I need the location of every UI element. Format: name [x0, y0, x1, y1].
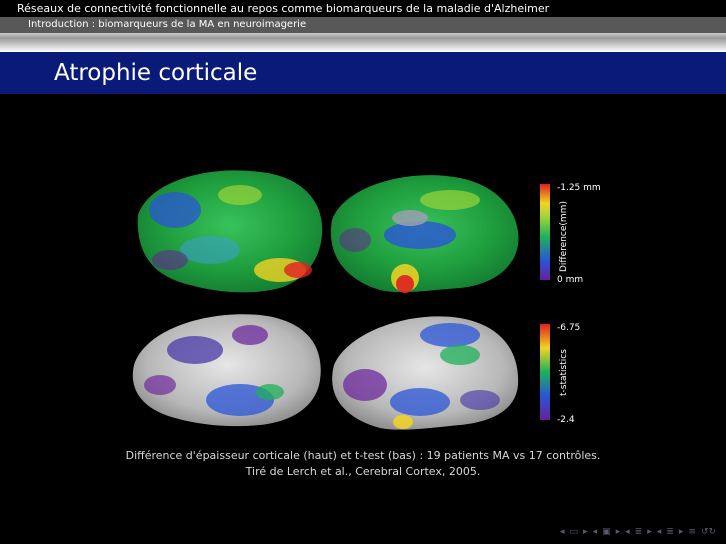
frame-title-bar: Atrophie corticale — [0, 52, 726, 94]
brain-top-lateral — [137, 170, 323, 293]
tstat-scale-label: t-statistics — [559, 349, 569, 396]
nav-prev-frame-icon[interactable]: ◂ — [560, 527, 565, 537]
thickness-scale-label: Difference(mm) — [559, 201, 569, 272]
nav-slide-icon[interactable]: ≣ — [666, 527, 674, 537]
nav-section-icon[interactable]: ≣ — [635, 527, 643, 537]
nav-search-icon[interactable]: ↺↻ — [701, 527, 716, 537]
brain-top-medial — [330, 175, 519, 293]
nav-prev-section-icon[interactable]: ◂ — [625, 527, 630, 537]
tstat-scale: -6.75 -2.4 t-statistics — [540, 323, 580, 425]
nav-next-subsection-icon[interactable]: ▸ — [616, 527, 621, 537]
nav-prev-subsection-icon[interactable]: ◂ — [593, 527, 598, 537]
section-bar: Introduction : biomarqueurs de la MA en … — [0, 17, 726, 52]
nav-frame-icon[interactable]: ▭ — [570, 527, 579, 537]
presentation-title[interactable]: Réseaux de connectivité fonctionnelle au… — [0, 2, 549, 15]
nav-prev-slide-icon[interactable]: ◂ — [657, 527, 662, 537]
brain-bottom-medial — [332, 316, 519, 430]
thickness-scale: -1.25 mm 0 mm Difference(mm) — [540, 183, 601, 285]
thickness-scale-max: -1.25 mm — [557, 183, 601, 193]
nav-next-section-icon[interactable]: ▸ — [647, 527, 652, 537]
tstat-scale-max: -6.75 — [557, 323, 580, 333]
brain-bottom-lateral — [132, 314, 321, 427]
slide-title: Atrophie corticale — [54, 60, 258, 86]
caption-line-2: Tiré de Lerch et al., Cerebral Cortex, 2… — [245, 465, 481, 478]
thickness-scale-min: 0 mm — [557, 275, 583, 285]
brain-figure-svg: -1.25 mm 0 mm Difference(mm) -6.75 -2.4 … — [132, 170, 601, 430]
tstat-scale-min: -2.4 — [557, 415, 575, 425]
caption-line-1: Différence d'épaisseur corticale (haut) … — [125, 449, 601, 462]
figure-caption: Différence d'épaisseur corticale (haut) … — [0, 448, 726, 480]
section-title[interactable]: Introduction : biomarqueurs de la MA en … — [0, 19, 306, 30]
nav-align-icon[interactable]: ≡ — [688, 527, 696, 537]
brain-figure: -1.25 mm 0 mm Difference(mm) -6.75 -2.4 … — [120, 160, 610, 442]
beamer-nav-bar: ◂ ▭ ▸ ◂ ▣ ▸ ◂ ≣ ▸ ◂ ≣ ▸ ≡ ↺↻ — [560, 526, 716, 538]
nav-subsection-icon[interactable]: ▣ — [602, 527, 611, 537]
presentation-title-bar: Réseaux de connectivité fonctionnelle au… — [0, 0, 726, 17]
nav-next-slide-icon[interactable]: ▸ — [679, 527, 684, 537]
section-bar-inner: Introduction : biomarqueurs de la MA en … — [0, 17, 726, 33]
nav-next-frame-icon[interactable]: ▸ — [583, 527, 588, 537]
